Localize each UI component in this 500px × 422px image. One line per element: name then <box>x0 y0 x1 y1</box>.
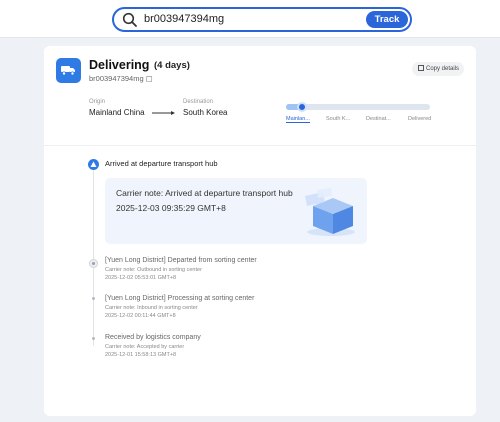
step-origin: Mainlan... <box>286 116 310 123</box>
destination-value: South Korea <box>183 108 228 117</box>
event-time: 2025-12-02 00:11:44 GMT+8 <box>105 313 176 319</box>
event-time: 2025-12-02 05:53:01 GMT+8 <box>105 275 177 281</box>
event-title: Received by logistics company <box>105 334 201 341</box>
event-note: Carrier note: Accepted by carrier <box>105 344 185 350</box>
step-transit: South K... <box>326 116 351 122</box>
event-note: Carrier note: Inbound in sorting center <box>105 305 198 311</box>
track-button[interactable]: Track <box>366 11 408 28</box>
origin-label: Origin <box>89 99 106 105</box>
truck-icon <box>56 58 81 83</box>
copy-icon <box>418 65 424 71</box>
step-delivered: Delivered <box>408 116 432 122</box>
current-event-icon <box>88 159 99 170</box>
search-icon <box>122 12 137 27</box>
status-duration: (4 days) <box>154 60 190 71</box>
copy-details-button[interactable]: Copy details <box>412 62 464 76</box>
event-time: 2025-12-01 15:58:13 GMT+8 <box>105 352 177 358</box>
event-title: [Yuen Long District] Processing at sorti… <box>105 295 255 302</box>
tracking-number: br003947394mg ▢ <box>89 74 153 83</box>
top-bar: br003947394mg Track <box>0 0 500 38</box>
search-input[interactable]: br003947394mg <box>144 13 224 25</box>
copy-small-icon[interactable]: ▢ <box>146 74 153 83</box>
origin-value: Mainland China <box>89 108 145 117</box>
step-destination: Destinat... <box>366 116 391 122</box>
event-title: [Yuen Long District] Departed from sorti… <box>105 257 257 264</box>
event-dot-icon <box>92 297 95 300</box>
route-arrow-icon <box>152 111 175 115</box>
event-note: Carrier note: Outbound in sorting center <box>105 267 202 273</box>
timeline-line <box>93 166 94 346</box>
status-title: Delivering <box>89 58 150 72</box>
event-node-icon <box>89 259 98 268</box>
search-box[interactable]: br003947394mg Track <box>112 7 412 32</box>
current-event-title: Arrived at departure transport hub <box>105 159 218 168</box>
event-dot-icon <box>92 337 95 340</box>
current-event-note: Carrier note: Arrived at departure trans… <box>116 188 293 198</box>
current-event-details: Carrier note: Arrived at departure trans… <box>105 178 367 244</box>
package-illustration-icon <box>305 188 355 236</box>
current-event-time: 2025-12-03 09:35:29 GMT+8 <box>116 203 226 213</box>
divider <box>44 145 476 146</box>
destination-label: Destination <box>183 99 214 105</box>
shipment-card: Delivering (4 days) br003947394mg ▢ Copy … <box>44 46 476 416</box>
progress-marker <box>296 102 307 112</box>
progress-bar <box>286 102 430 112</box>
